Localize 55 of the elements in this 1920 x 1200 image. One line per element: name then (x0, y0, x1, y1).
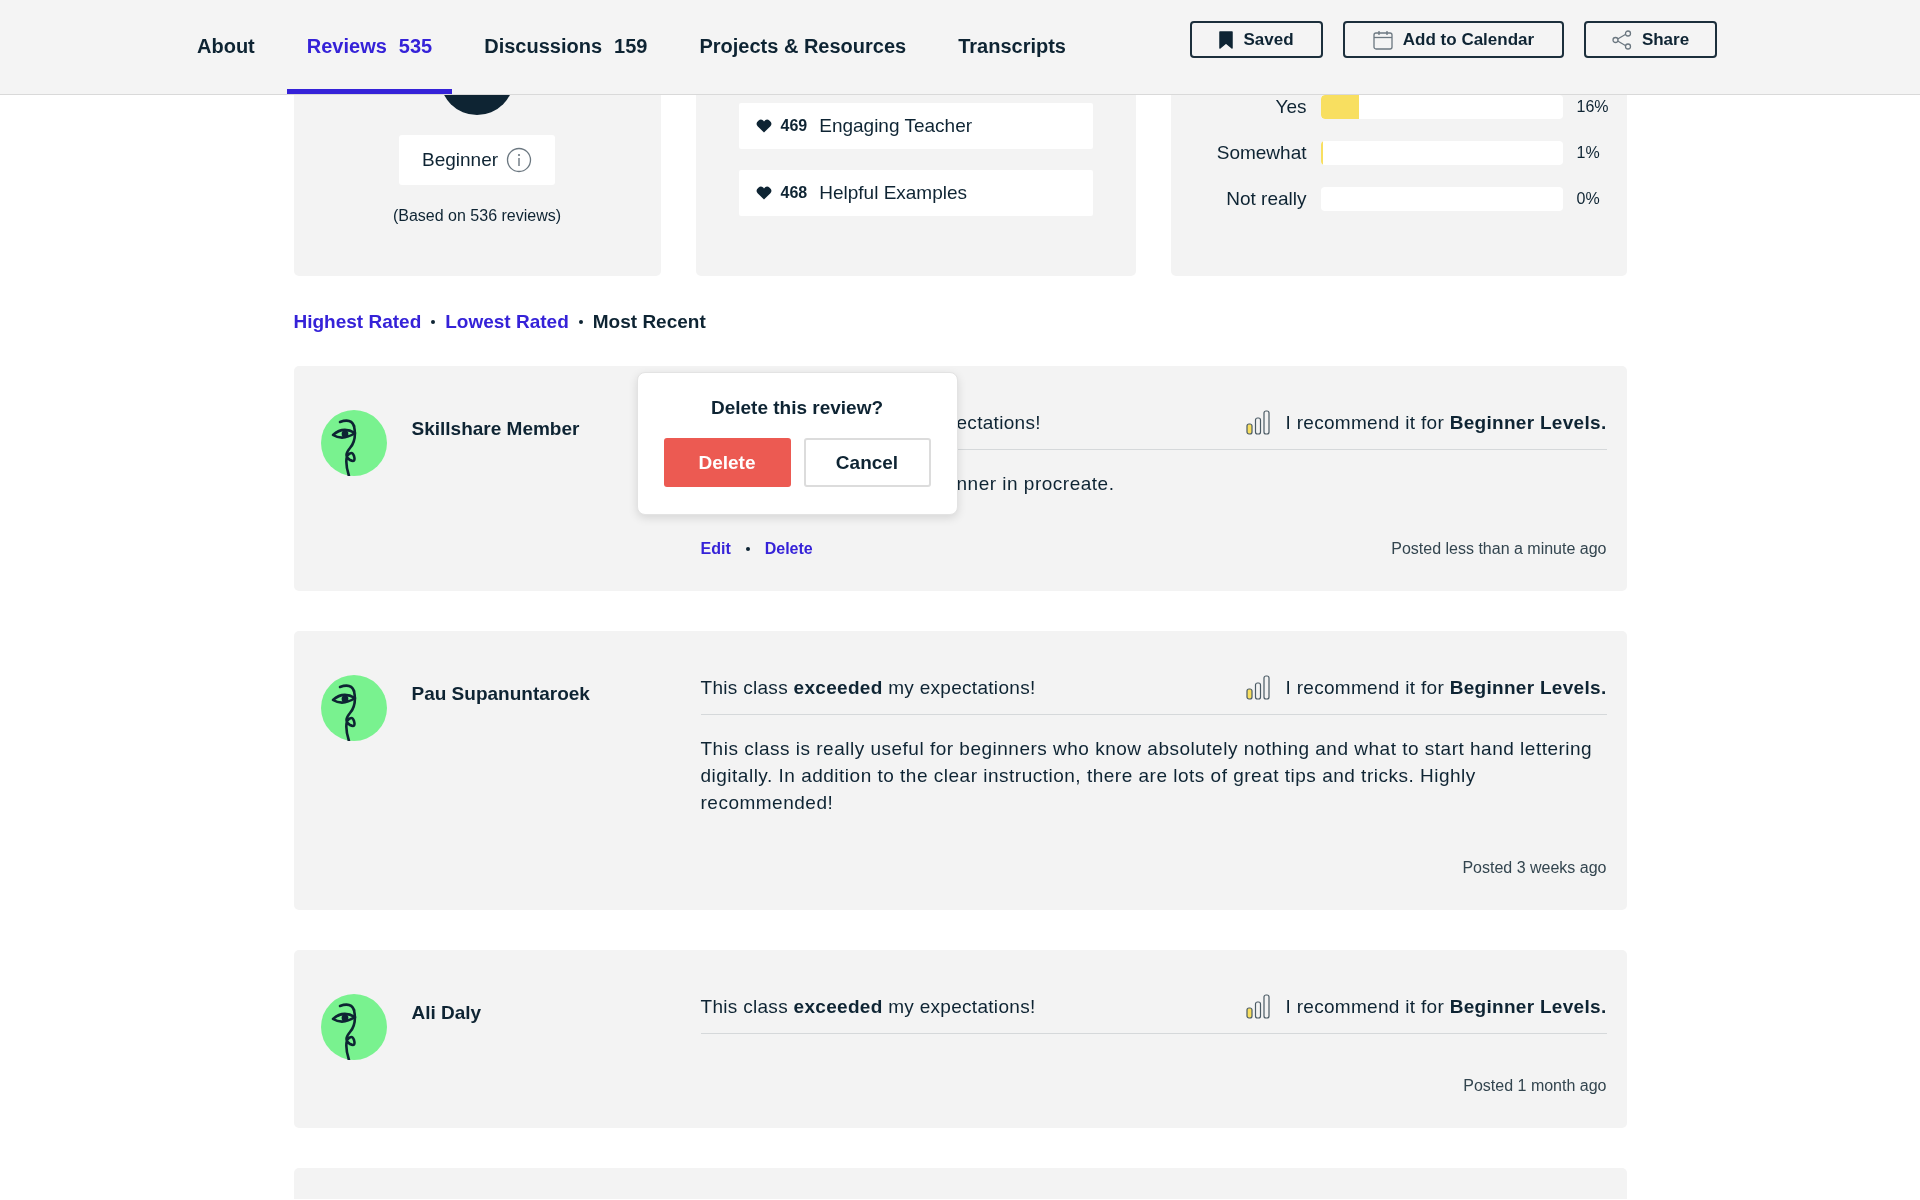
save-button[interactable]: Saved (1190, 21, 1323, 58)
nav-tab[interactable]: Projects & Resources (679, 0, 927, 94)
cancel-button[interactable]: Cancel (803, 438, 931, 487)
tag-label: Engaging Teacher (819, 115, 973, 137)
avatar-icon (320, 410, 387, 476)
share-icon (1611, 29, 1632, 50)
posted-time: Posted less than a minute ago (1391, 540, 1607, 558)
share-button[interactable]: Share (1584, 21, 1717, 58)
answer-label: Yes (1274, 95, 1307, 119)
answer-percent: 16% (1576, 98, 1610, 116)
sort-link[interactable]: Lowest Rated (445, 311, 569, 333)
separator-dot-icon (745, 547, 750, 551)
recommendation-text: I recommend it for Beginner Levels. (1285, 995, 1607, 1018)
posted-time: Posted 1 month ago (1463, 1077, 1607, 1095)
tag-label: Helpful Examples (819, 182, 968, 204)
sort-link[interactable]: Highest Rated (293, 311, 422, 333)
review-text: This class is really useful for beginners who know absolutely nothing and what to start hand lettering digitally. In addition to the clear instruction, there are lots of great tips and tricks. Highly recommended! (700, 737, 1594, 815)
sort-link[interactable]: Most Recent (592, 311, 706, 333)
avatar-icon (320, 675, 387, 741)
review-count-note: (Based on 536 reviews) (392, 206, 562, 226)
level-bars-icon (1245, 674, 1270, 701)
answer-label: Somewhat (1215, 141, 1307, 165)
answer-percent: 0% (1576, 190, 1601, 208)
separator-dot-icon (431, 320, 436, 324)
level-label: Beginner (421, 149, 499, 171)
heart-icon (755, 186, 772, 200)
review-text: nner in procreate. (956, 472, 1116, 496)
calendar-icon (1372, 29, 1393, 50)
separator-dot-icon (578, 320, 583, 324)
nav-tab[interactable]: Transcripts (938, 0, 1086, 94)
recommendation-text: I recommend it for Beginner Levels. (1285, 411, 1607, 434)
answer-label: Not really (1225, 187, 1307, 211)
recommendation-text: I recommend it for Beginner Levels. (1285, 676, 1607, 699)
info-icon[interactable] (506, 147, 533, 173)
nav-tab[interactable]: Discussions 159 (464, 0, 668, 94)
level-bars-icon (1245, 993, 1270, 1020)
review-headline: This class exceeded my expectations! (700, 676, 1036, 699)
tag-count: 468 (780, 184, 808, 202)
tag-count: 469 (780, 117, 808, 135)
popup-title: Delete this review? (710, 396, 884, 420)
posted-time: Posted 3 weeks ago (1462, 859, 1607, 877)
review-headline: ectations! (956, 411, 1041, 434)
level-bars-icon (1245, 409, 1270, 436)
bookmark-icon (1219, 30, 1234, 49)
nav-tab[interactable]: About (177, 0, 275, 94)
review-action-link[interactable]: Delete (764, 540, 813, 558)
add-to-calendar-button[interactable]: Add to Calendar (1343, 21, 1564, 58)
avatar-icon (320, 994, 387, 1060)
reviewer-name: Skillshare Member (411, 417, 580, 441)
reviewer-name: Ali Daly (411, 1001, 482, 1025)
heart-icon (755, 119, 772, 133)
answer-percent: 1% (1576, 144, 1601, 162)
reviewer-name: Pau Supanuntaroek (411, 682, 590, 706)
review-action-link[interactable]: Edit (700, 540, 731, 558)
review-headline: This class exceeded my expectations! (700, 995, 1036, 1018)
